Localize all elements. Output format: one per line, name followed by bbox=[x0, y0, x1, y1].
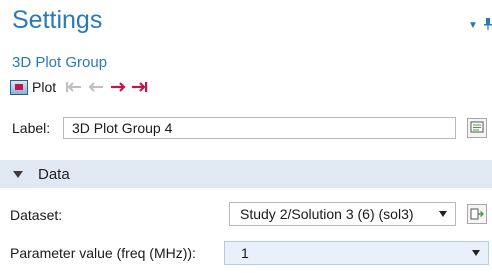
data-section-header[interactable]: Data bbox=[0, 160, 492, 188]
previous-icon[interactable] bbox=[86, 80, 106, 94]
parameter-select[interactable]: 1 bbox=[224, 241, 489, 265]
comment-icon bbox=[470, 121, 484, 133]
collapse-triangle-icon bbox=[13, 170, 23, 178]
chevron-down-icon bbox=[472, 250, 480, 256]
plot-icon bbox=[10, 79, 28, 95]
label-input[interactable]: 3D Plot Group 4 bbox=[63, 117, 456, 139]
go-to-source-icon bbox=[470, 208, 484, 220]
toolbar: Plot bbox=[10, 77, 150, 97]
first-icon[interactable] bbox=[64, 80, 84, 94]
plot-button[interactable]: Plot bbox=[10, 79, 56, 95]
navigation-buttons bbox=[64, 80, 150, 94]
section-label: Data bbox=[38, 165, 70, 183]
panel-title: Settings bbox=[12, 6, 103, 34]
parameter-value: 1 bbox=[241, 245, 249, 261]
dataset-go-to-source-button[interactable] bbox=[467, 204, 487, 224]
pin-icon[interactable] bbox=[484, 18, 492, 33]
last-icon[interactable] bbox=[130, 80, 150, 94]
next-icon[interactable] bbox=[108, 80, 128, 94]
label-row: Label: bbox=[12, 120, 50, 136]
comment-button[interactable] bbox=[467, 118, 487, 138]
label-field-label: Label: bbox=[12, 120, 51, 136]
node-type-subtitle: 3D Plot Group bbox=[12, 54, 108, 71]
plot-button-label: Plot bbox=[32, 79, 57, 95]
dock-arrow-icon[interactable]: ▼ bbox=[468, 20, 478, 31]
chevron-down-icon bbox=[439, 211, 447, 217]
dataset-value: Study 2/Solution 3 (6) (sol3) bbox=[240, 206, 414, 222]
parameter-label: Parameter value (freq (MHz)): bbox=[10, 245, 196, 261]
dataset-select[interactable]: Study 2/Solution 3 (6) (sol3) bbox=[229, 202, 456, 226]
dataset-label: Dataset: bbox=[10, 207, 63, 223]
